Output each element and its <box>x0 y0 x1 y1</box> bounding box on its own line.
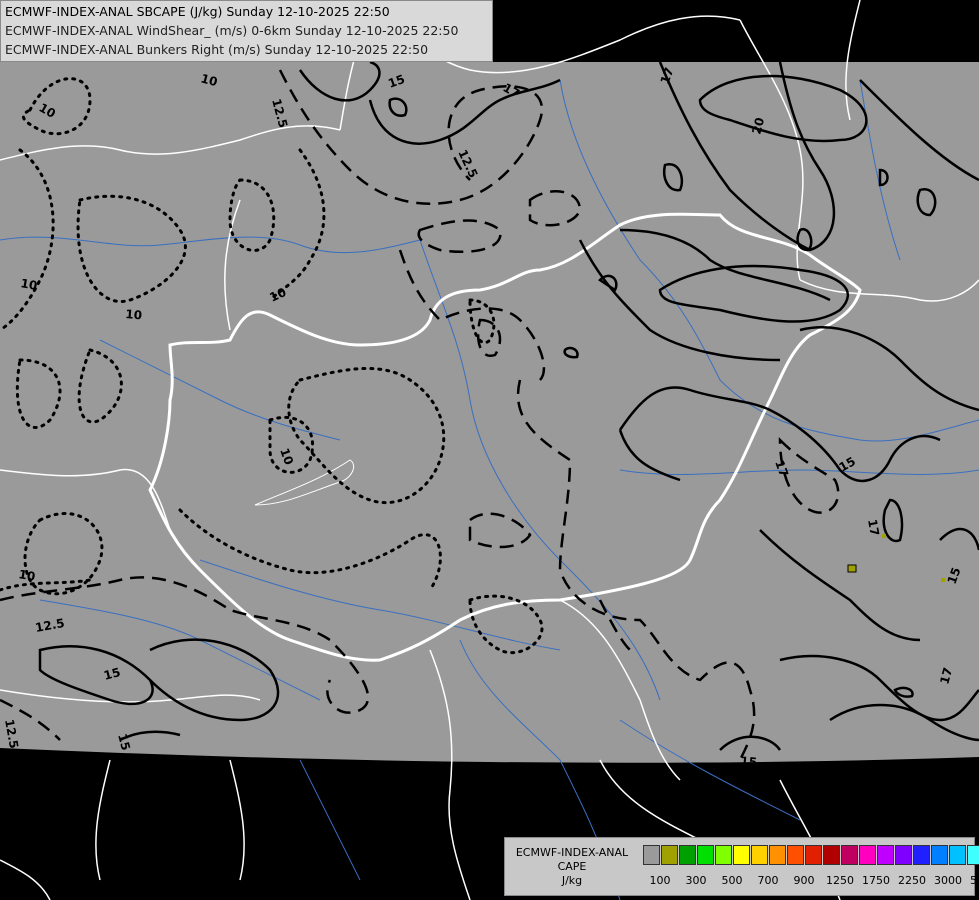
contour-label: 17 <box>865 518 882 537</box>
legend-tick-label: 900 <box>793 874 815 887</box>
legend-swatch <box>913 845 930 865</box>
legend-tick-label: 700 <box>757 874 779 887</box>
contour-label: 10 <box>19 276 38 293</box>
legend-swatch <box>787 845 804 865</box>
title-bunkers: ECMWF-INDEX-ANAL Bunkers Right (m/s) Sun… <box>5 42 429 57</box>
legend-swatch <box>697 845 714 865</box>
legend-tick-label: 2250 <box>898 874 926 887</box>
title-box: ECMWF-INDEX-ANAL SBCAPE (J/kg) Sunday 12… <box>0 0 493 62</box>
legend-ticks: 100 300 500 700 900 1250 1750 2250 3000 5000 <box>643 874 979 890</box>
legend-title-field: CAPE <box>557 860 587 873</box>
legend-tick-label: 3000 <box>934 874 962 887</box>
legend-swatch <box>679 845 696 865</box>
legend-swatch <box>643 845 660 865</box>
legend-swatch <box>841 845 858 865</box>
legend-tick-label: 100 <box>649 874 671 887</box>
legend-swatch <box>895 845 912 865</box>
legend-swatch <box>751 845 768 865</box>
title-sbcape: ECMWF-INDEX-ANAL SBCAPE (J/kg) Sunday 12… <box>5 4 390 19</box>
legend-swatch <box>715 845 732 865</box>
legend-title-model: ECMWF-INDEX-ANAL <box>515 846 629 859</box>
legend-swatch <box>769 845 786 865</box>
legend-swatch <box>877 845 894 865</box>
legend-swatches <box>643 845 979 865</box>
legend-tick-label: 1250 <box>826 874 854 887</box>
legend-swatch <box>931 845 948 865</box>
legend-tick-label: 5000 <box>970 874 979 887</box>
legend-tick-label: 300 <box>685 874 707 887</box>
contour-label: 15 <box>740 754 758 769</box>
legend-swatch <box>967 845 979 865</box>
legend-swatch <box>859 845 876 865</box>
legend-swatch <box>949 845 966 865</box>
title-windshear: ECMWF-INDEX-ANAL WindShear_ (m/s) 0-6km … <box>5 23 459 38</box>
legend-title-unit: J/kg <box>561 874 583 887</box>
legend-swatch <box>733 845 750 865</box>
legend-swatch <box>823 845 840 865</box>
map-canvas: 10 10 10 10 10 10 10 12.5 12.5 12.5 12.5… <box>0 0 979 900</box>
contour-label: 10 <box>17 567 36 584</box>
legend-tick-label: 1750 <box>862 874 890 887</box>
cape-legend: ECMWF-INDEX-ANAL CAPE J/kg 100 300 500 700 9… <box>504 837 979 896</box>
legend-tick-label: 500 <box>721 874 743 887</box>
legend-swatch <box>805 845 822 865</box>
contour-label: 10 <box>125 307 143 322</box>
legend-title: ECMWF-INDEX-ANAL CAPE J/kg <box>505 846 639 888</box>
legend-swatch <box>661 845 678 865</box>
